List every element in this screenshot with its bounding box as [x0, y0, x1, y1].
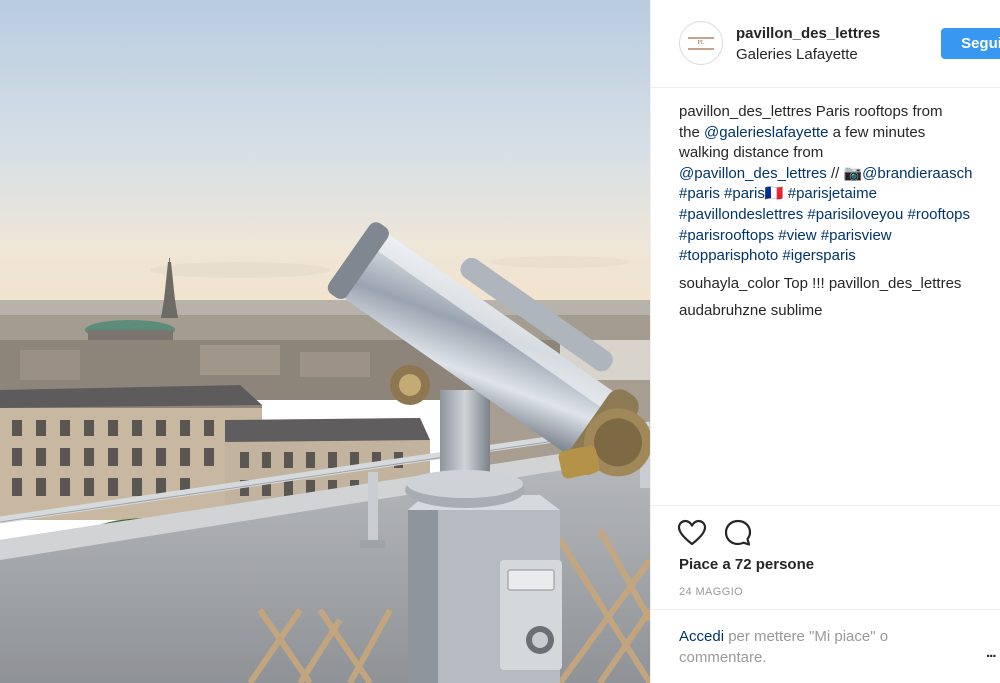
hashtag-link[interactable]: #paris — [679, 185, 720, 202]
caption-text: a few minutes — [828, 123, 926, 141]
comment-text: Top !!! pavillon_des_lettres — [779, 274, 962, 292]
caption-line-3: walking distance from — [679, 144, 824, 162]
login-prompt-text: Accedi per mettere "Mi piace" o commenta… — [679, 626, 959, 668]
hashtag-link[interactable]: #rooftops — [907, 206, 970, 223]
heart-icon[interactable] — [677, 518, 707, 548]
login-link[interactable]: Accedi — [679, 628, 724, 645]
comment-item: audabruhzne sublime — [679, 300, 1000, 321]
more-options-button[interactable]: ... — [986, 644, 996, 661]
hashtag-link[interactable]: #parisrooftops — [679, 227, 774, 244]
mention-link[interactable]: @brandieraasch — [862, 165, 972, 182]
hashtag-link[interactable]: #pavillondeslettres — [679, 206, 803, 223]
caption-username[interactable]: pavillon_des_lettres — [679, 103, 812, 120]
camera-icon: // 📷 — [826, 164, 863, 182]
caption-text: the — [679, 123, 705, 141]
comment-icon[interactable] — [723, 518, 753, 548]
hashtag-link[interactable]: #parisjetaime — [788, 185, 877, 202]
hashtag-link[interactable]: #igersparis — [782, 247, 855, 264]
hashtag-link[interactable]: #paris🇫🇷 — [724, 185, 784, 202]
comment-text: sublime — [766, 301, 823, 319]
post-photo[interactable] — [0, 0, 650, 683]
comment-username[interactable]: souhayla_color — [679, 275, 780, 292]
hashtag-line: #pavillondeslettres #parisiloveyou #roof… — [679, 205, 1000, 226]
caption-line-2: the @galerieslafayette a few minutes — [679, 123, 1000, 144]
post-location[interactable]: Galeries Lafayette — [736, 46, 858, 63]
login-prompt: Accedi per mettere "Mi piace" o commenta… — [651, 609, 1000, 683]
hashtag-line: #topparisphoto #igersparis — [679, 246, 1000, 267]
comment-item: souhayla_color Top !!! pavillon_des_lett… — [679, 273, 1000, 294]
hashtag-line: #paris #paris🇫🇷 #parisjetaime — [679, 184, 1000, 205]
post-details-panel: PL pavillon_des_lettres Galeries Lafayet… — [650, 0, 1000, 683]
hashtag-link[interactable]: #view — [778, 227, 816, 244]
caption-line-4: @pavillon_des_lettres // 📷@brandieraasch — [679, 164, 1000, 185]
likes-count[interactable]: Piace a 72 persone — [679, 556, 814, 573]
avatar[interactable]: PL — [679, 21, 723, 65]
follow-button[interactable]: Segui — [941, 28, 1000, 59]
post-actions: Piace a 72 persone 24 MAGGIO — [651, 505, 1000, 609]
hashtag-link[interactable]: #parisiloveyou — [807, 206, 903, 223]
mention-link[interactable]: @pavillon_des_lettres — [679, 165, 827, 182]
hashtag-line: #parisrooftops #view #parisview — [679, 226, 1000, 247]
logo-mark-icon: PL — [697, 39, 705, 46]
comment-username[interactable]: audabruhzne — [679, 302, 767, 319]
logo-line-icon — [688, 36, 714, 39]
caption-line-1: pavillon_des_lettres Paris rooftops from — [679, 102, 1000, 123]
post-author-username[interactable]: pavillon_des_lettres — [736, 25, 880, 42]
caption-text: Paris rooftops from — [811, 103, 943, 120]
comments-section: pavillon_des_lettres Paris rooftops from… — [679, 102, 1000, 321]
post-date: 24 MAGGIO — [679, 586, 744, 598]
post-header: PL pavillon_des_lettres Galeries Lafayet… — [651, 0, 1000, 88]
mention-link[interactable]: @galerieslafayette — [704, 124, 828, 141]
hashtag-link[interactable]: #topparisphoto — [679, 247, 778, 264]
hashtag-link[interactable]: #parisview — [821, 227, 892, 244]
logo-line-icon — [688, 47, 714, 50]
paris-rooftops-image — [0, 0, 650, 683]
